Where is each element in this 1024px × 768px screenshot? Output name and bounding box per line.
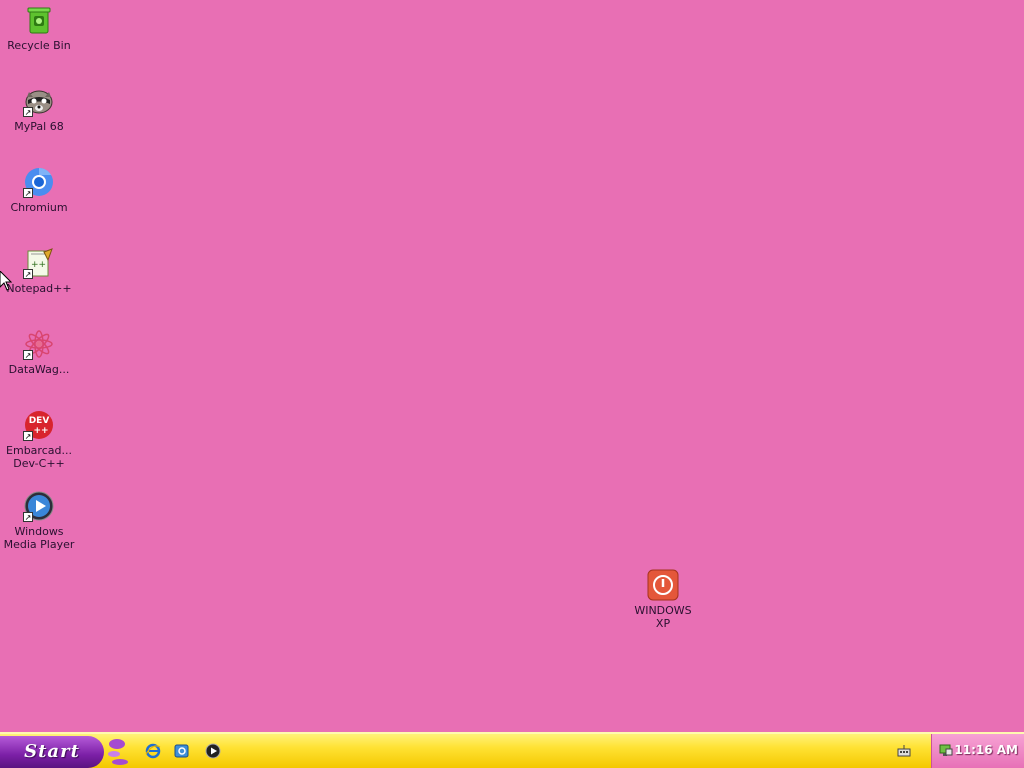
svg-text:DEV: DEV bbox=[29, 416, 50, 426]
chromium-icon: ↗ bbox=[23, 166, 55, 198]
mouse-cursor-icon bbox=[0, 271, 12, 291]
clock[interactable]: 11:16 AM bbox=[954, 743, 1018, 757]
shortcut-arrow-icon: ↗ bbox=[23, 188, 33, 198]
notepad-plus-plus-icon: ++ ↗ bbox=[23, 247, 55, 279]
system-tray: 11:16 AM bbox=[931, 734, 1024, 768]
desktop-icon-datawag[interactable]: ↗ DataWag... bbox=[0, 328, 78, 376]
raccoon-icon: ↗ bbox=[23, 85, 55, 117]
outlook-icon bbox=[174, 744, 189, 758]
desktop-icon-windows-xp[interactable]: WINDOWS XP bbox=[624, 569, 702, 630]
language-keyboard-icon[interactable] bbox=[897, 744, 911, 758]
desktop-icon-label: DataWag... bbox=[8, 363, 70, 376]
quick-launch-media-player[interactable] bbox=[204, 742, 222, 760]
recycle-bin-icon bbox=[23, 4, 55, 36]
dev-cpp-icon: DEV ++ ↗ bbox=[23, 409, 55, 441]
quick-launch-internet-explorer[interactable] bbox=[144, 742, 162, 760]
desktop-icon-label: Recycle Bin bbox=[7, 39, 71, 52]
desktop-icon-chromium[interactable]: ↗ Chromium bbox=[0, 166, 78, 214]
desktop-icon-label: Notepad++ bbox=[6, 282, 72, 295]
shortcut-arrow-icon: ↗ bbox=[23, 350, 33, 360]
desktop-icon-dev-cpp[interactable]: DEV ++ ↗ Embarcad... Dev-C++ bbox=[0, 409, 78, 470]
power-icon bbox=[647, 569, 679, 601]
start-button[interactable]: Start bbox=[0, 736, 104, 768]
flower-icon: ↗ bbox=[23, 328, 55, 360]
desktop[interactable]: Recycle Bin ↗ MyPal 68 ↗ Chromium ++ ↗ N… bbox=[0, 0, 1024, 732]
quick-launch-outlook[interactable] bbox=[173, 742, 191, 760]
svg-text:++: ++ bbox=[33, 426, 48, 436]
svg-text:++: ++ bbox=[31, 260, 46, 270]
desktop-icon-recycle-bin[interactable]: Recycle Bin bbox=[0, 4, 78, 52]
shortcut-arrow-icon: ↗ bbox=[23, 512, 33, 522]
desktop-icon-label: WINDOWS XP bbox=[634, 604, 692, 630]
desktop-icon-windows-media-player[interactable]: ↗ Windows Media Player bbox=[0, 490, 78, 551]
desktop-icon-label: Chromium bbox=[10, 201, 68, 214]
shortcut-arrow-icon: ↗ bbox=[23, 269, 33, 279]
shortcut-arrow-icon: ↗ bbox=[23, 431, 33, 441]
media-player-icon bbox=[205, 743, 221, 759]
internet-explorer-icon bbox=[145, 743, 161, 759]
shortcut-arrow-icon: ↗ bbox=[23, 107, 33, 117]
media-player-icon: ↗ bbox=[23, 490, 55, 522]
taskbar: Start 11:16 AM bbox=[0, 732, 1024, 768]
network-icon[interactable] bbox=[938, 742, 954, 758]
desktop-icon-mypal[interactable]: ↗ MyPal 68 bbox=[0, 85, 78, 133]
desktop-icon-label: MyPal 68 bbox=[14, 120, 64, 133]
desktop-icon-label: Windows Media Player bbox=[3, 525, 75, 551]
desktop-icon-label: Embarcad... Dev-C++ bbox=[6, 444, 72, 470]
start-decoration-icon bbox=[108, 739, 128, 765]
